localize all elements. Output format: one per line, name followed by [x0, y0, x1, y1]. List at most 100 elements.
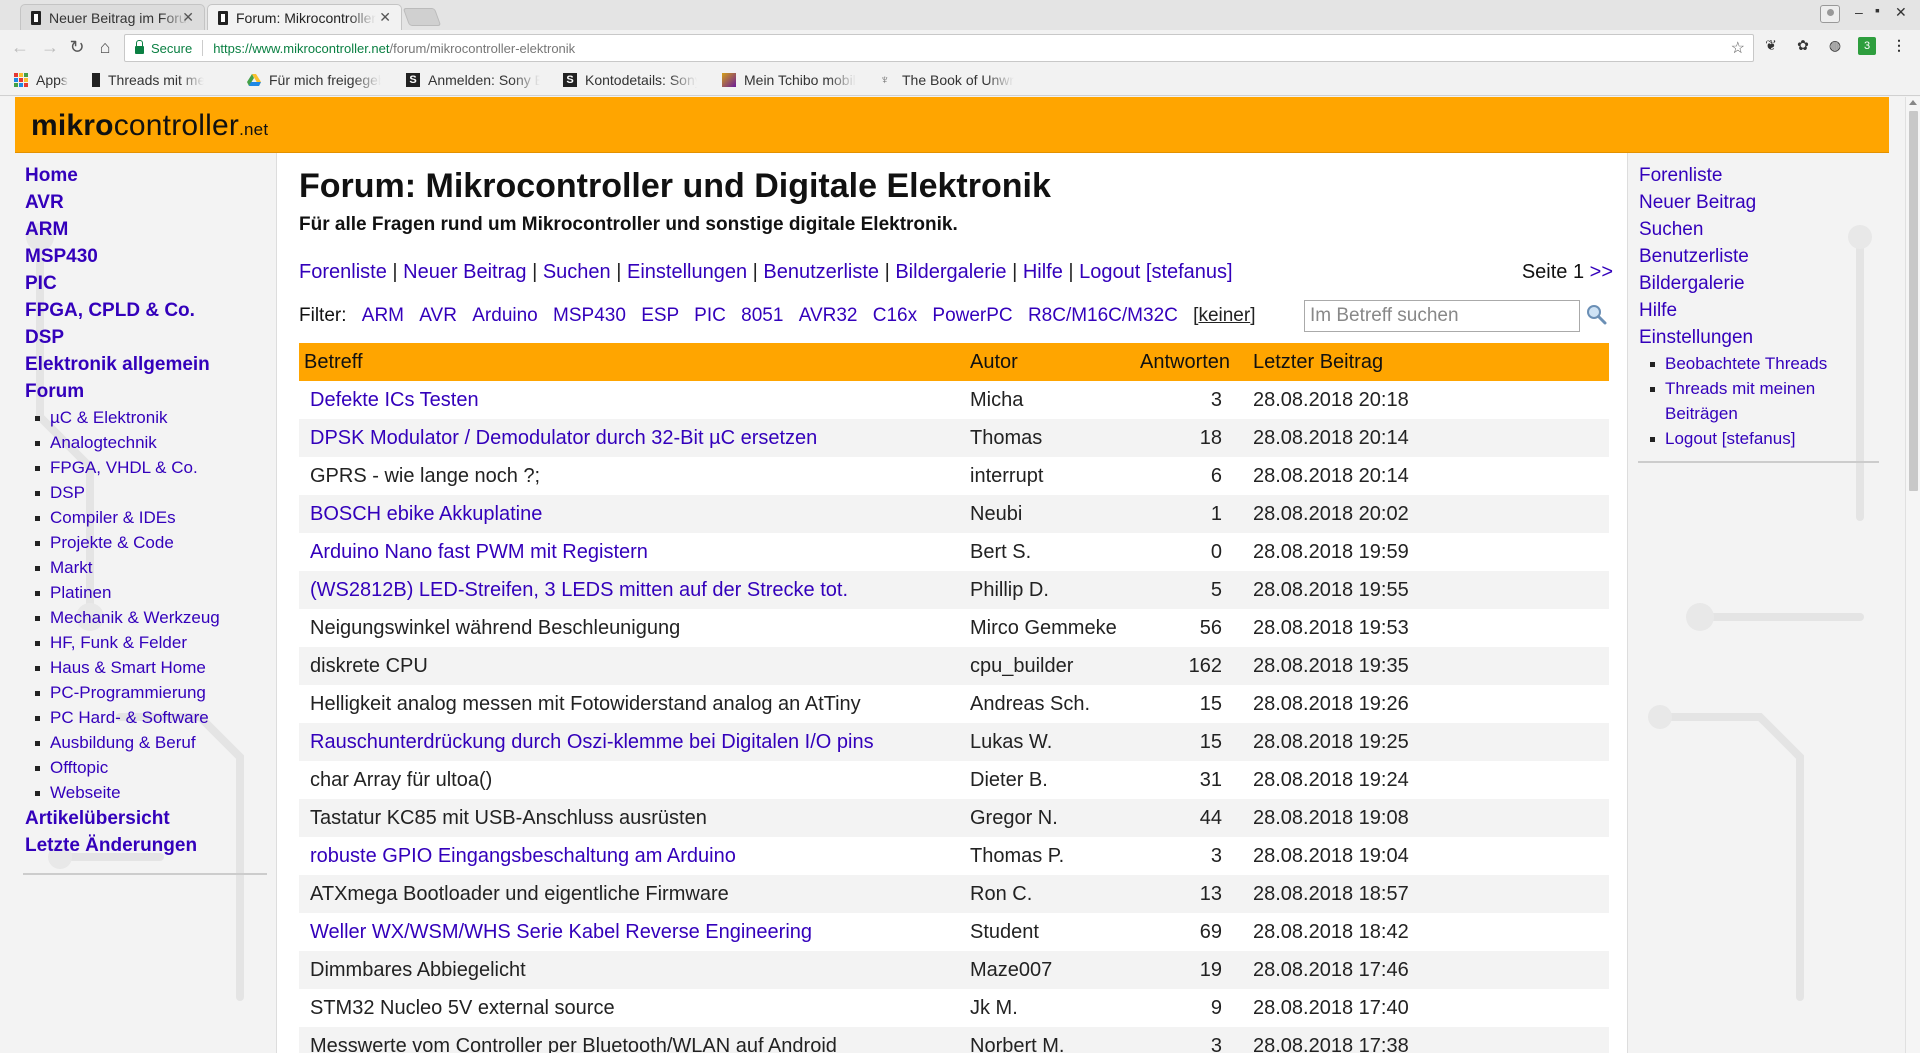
header-betreff[interactable]: Betreff: [299, 343, 965, 381]
extension-badge-icon[interactable]: 3: [1858, 37, 1876, 55]
page-scrollbar[interactable]: [1905, 97, 1920, 1053]
close-window-icon[interactable]: ✕: [1895, 4, 1907, 21]
forum-link[interactable]: PC-Programmierung: [15, 680, 275, 705]
thread-subject-link[interactable]: Helligkeit analog messen mit Fotowiderst…: [310, 693, 861, 715]
browser-tab-active[interactable]: Forum: Mikrocontroller und Digitale Elek…: [207, 4, 402, 30]
thread-subject-link[interactable]: (WS2812B) LED-Streifen, 3 LEDS mitten au…: [310, 579, 848, 601]
filter-none[interactable]: [keiner]: [1193, 305, 1255, 326]
nav-link-artikel[interactable]: Artikelübersicht: [15, 805, 275, 832]
rnav-suchen[interactable]: Suchen: [1628, 216, 1889, 243]
thread-subject-link[interactable]: ATXmega Bootloader und eigentliche Firmw…: [310, 883, 729, 905]
address-bar[interactable]: Secure https://www.mikrocontroller.net /…: [124, 34, 1754, 62]
profile-icon[interactable]: [1820, 5, 1840, 23]
bookmark-star-icon[interactable]: ☆: [1731, 38, 1745, 58]
rnav-forenliste[interactable]: Forenliste: [1628, 162, 1889, 189]
bookmark-apps[interactable]: Apps: [14, 72, 68, 88]
filter-link[interactable]: R8C/M16C/M32C: [1028, 305, 1178, 326]
scrollbar-thumb[interactable]: [1909, 111, 1918, 491]
nav-link-home[interactable]: Home: [15, 162, 275, 189]
forum-link[interactable]: µC & Elektronik: [15, 405, 275, 430]
link-bildergalerie[interactable]: Bildergalerie: [895, 261, 1006, 283]
rnav-hilfe[interactable]: Hilfe: [1628, 297, 1889, 324]
home-icon[interactable]: ⌂: [93, 37, 117, 58]
site-logo[interactable]: mikrocontroller.net: [31, 109, 268, 143]
bookmark-item[interactable]: Mein Tchibo mobil: [722, 72, 856, 88]
nav-link-arm[interactable]: ARM: [15, 216, 275, 243]
header-autor[interactable]: Autor: [965, 343, 1135, 381]
subject-search-input[interactable]: [1304, 300, 1580, 332]
nav-link-dsp[interactable]: DSP: [15, 324, 275, 351]
thread-subject-link[interactable]: STM32 Nucleo 5V external source: [310, 997, 615, 1019]
search-icon[interactable]: [1585, 303, 1607, 325]
extension-icon[interactable]: ❦: [1762, 37, 1780, 55]
thread-subject-link[interactable]: Messwerte vom Controller per Bluetooth/W…: [310, 1035, 837, 1053]
link-neuer-beitrag[interactable]: Neuer Beitrag: [403, 261, 526, 283]
bookmark-item[interactable]: ♆ The Book of Unwritten: [880, 72, 1014, 88]
thread-subject-link[interactable]: Tastatur KC85 mit USB-Anschluss ausrüste…: [310, 807, 707, 829]
link-benutzerliste[interactable]: Benutzerliste: [763, 261, 879, 283]
link-suchen[interactable]: Suchen: [543, 261, 611, 283]
filter-link[interactable]: PIC: [694, 305, 726, 326]
bookmark-item[interactable]: Für mich freigegeben: [247, 72, 381, 88]
forum-link[interactable]: Platinen: [15, 580, 275, 605]
thread-subject-link[interactable]: Defekte ICs Testen: [310, 389, 479, 411]
close-tab-icon[interactable]: ✕: [182, 9, 194, 26]
forum-link[interactable]: Projekte & Code: [15, 530, 275, 555]
filter-link[interactable]: ESP: [641, 305, 679, 326]
thread-subject-link[interactable]: Rauschunterdrückung durch Oszi-klemme be…: [310, 731, 874, 753]
new-tab-button[interactable]: [402, 8, 442, 26]
thread-subject-link[interactable]: Dimmbares Abbiegelicht: [310, 959, 526, 981]
link-forenliste[interactable]: Forenliste: [299, 261, 387, 283]
forum-link[interactable]: FPGA, VHDL & Co.: [15, 455, 275, 480]
bookmark-item[interactable]: Threads mit meinen Beiträgen: [92, 72, 204, 88]
forward-arrow-icon[interactable]: →: [38, 37, 62, 58]
extension-icon[interactable]: ✿: [1794, 37, 1812, 55]
forum-link[interactable]: Haus & Smart Home: [15, 655, 275, 680]
forum-link[interactable]: HF, Funk & Felder: [15, 630, 275, 655]
scroll-up-arrow-icon[interactable]: [1909, 100, 1917, 105]
nav-link-pic[interactable]: PIC: [15, 270, 275, 297]
filter-link[interactable]: ARM: [362, 305, 404, 326]
nav-link-avr[interactable]: AVR: [15, 189, 275, 216]
rnav-beobachtete-threads[interactable]: Beobachtete Threads: [1628, 351, 1889, 376]
nav-link-fpga[interactable]: FPGA, CPLD & Co.: [15, 297, 275, 324]
link-hilfe[interactable]: Hilfe: [1023, 261, 1063, 283]
thread-subject-link[interactable]: robuste GPIO Eingangsbeschaltung am Ardu…: [310, 845, 736, 867]
link-logout[interactable]: Logout [stefanus]: [1079, 261, 1232, 283]
filter-link[interactable]: 8051: [741, 305, 783, 326]
rnav-meine-threads[interactable]: Threads mit meinen Beiträgen: [1628, 376, 1889, 426]
back-arrow-icon[interactable]: ←: [8, 37, 32, 58]
thread-subject-link[interactable]: Arduino Nano fast PWM mit Registern: [310, 541, 648, 563]
nav-link-forum[interactable]: Forum: [15, 378, 275, 405]
thread-subject-link[interactable]: diskrete CPU: [310, 655, 428, 677]
nav-link-msp430[interactable]: MSP430: [15, 243, 275, 270]
filter-link[interactable]: PowerPC: [932, 305, 1012, 326]
forum-link[interactable]: Offtopic: [15, 755, 275, 780]
forum-link[interactable]: Markt: [15, 555, 275, 580]
filter-link[interactable]: AVR32: [799, 305, 858, 326]
close-tab-icon[interactable]: ✕: [379, 9, 391, 26]
nav-link-aenderungen[interactable]: Letzte Änderungen: [15, 832, 275, 859]
next-page-link[interactable]: >>: [1590, 261, 1613, 283]
forum-link[interactable]: Mechanik & Werkzeug: [15, 605, 275, 630]
thread-subject-link[interactable]: Neigungswinkel während Beschleunigung: [310, 617, 680, 639]
nav-link-elektronik[interactable]: Elektronik allgemein: [15, 351, 275, 378]
filter-link[interactable]: Arduino: [472, 305, 538, 326]
forum-link[interactable]: Webseite: [15, 780, 275, 805]
forum-link[interactable]: PC Hard- & Software: [15, 705, 275, 730]
rnav-neuer-beitrag[interactable]: Neuer Beitrag: [1628, 189, 1889, 216]
minimize-icon[interactable]: –: [1855, 4, 1863, 20]
reload-icon[interactable]: ↻: [65, 37, 89, 58]
header-antworten[interactable]: Antworten: [1135, 343, 1248, 381]
maximize-icon[interactable]: ▪: [1875, 2, 1880, 18]
link-einstellungen[interactable]: Einstellungen: [627, 261, 747, 283]
rnav-bildergalerie[interactable]: Bildergalerie: [1628, 270, 1889, 297]
filter-link[interactable]: C16x: [873, 305, 917, 326]
browser-tab[interactable]: Neuer Beitrag im Forum ✕: [20, 4, 205, 30]
forum-link[interactable]: Compiler & IDEs: [15, 505, 275, 530]
rnav-einstellungen[interactable]: Einstellungen: [1628, 324, 1889, 351]
forum-link[interactable]: Ausbildung & Beruf: [15, 730, 275, 755]
thread-subject-link[interactable]: Weller WX/WSM/WHS Serie Kabel Reverse En…: [310, 921, 812, 943]
thread-subject-link[interactable]: char Array für ultoa(): [310, 769, 492, 791]
filter-link[interactable]: MSP430: [553, 305, 626, 326]
